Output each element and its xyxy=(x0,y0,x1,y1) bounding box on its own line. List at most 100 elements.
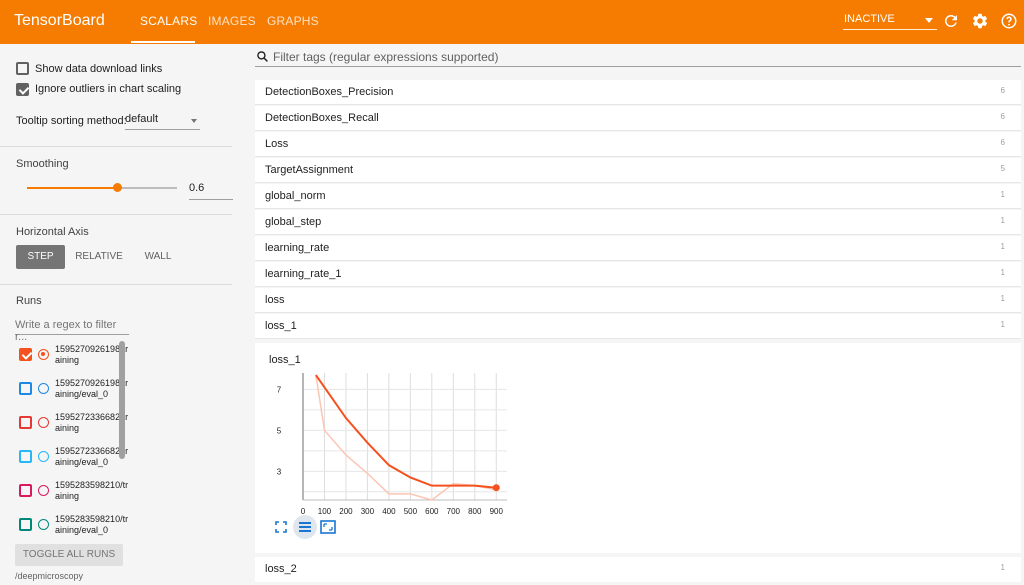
tag-filter-input[interactable]: Filter tags (regular expressions support… xyxy=(255,47,1021,67)
logdir-label: /deepmicroscopy xyxy=(15,571,84,581)
show-download-label: Show data download links xyxy=(35,63,163,75)
smoothing-slider-thumb[interactable] xyxy=(113,183,122,192)
run-checkbox[interactable] xyxy=(19,484,32,497)
tab-graphs[interactable]: GRAPHS xyxy=(267,14,319,28)
runs-filter-input[interactable]: Write a regex to filter r... xyxy=(15,317,129,343)
dropdown-arrow-icon xyxy=(191,119,197,123)
tag-count: 6 xyxy=(1000,138,1005,147)
tag-row-loss[interactable]: Loss 6 xyxy=(255,132,1021,157)
tag-row-global-norm[interactable]: global_norm 1 xyxy=(255,184,1021,209)
tooltip-sort-label: Tooltip sorting method: xyxy=(16,115,127,127)
tag-name: DetectionBoxes_Recall xyxy=(265,112,379,124)
settings-icon[interactable] xyxy=(971,12,989,30)
run-item[interactable]: 1595270926198/training/eval_0 xyxy=(15,374,130,408)
run-label: 1595283598210/training xyxy=(55,480,129,501)
tag-name: global_step xyxy=(265,216,322,228)
tag-row-targetassignment[interactable]: TargetAssignment 5 xyxy=(255,158,1021,183)
fullscreen-icon[interactable] xyxy=(271,517,291,537)
tag-count: 1 xyxy=(1000,320,1005,329)
tag-row-loss-1[interactable]: loss_1 1 xyxy=(255,314,1021,339)
dropdown-arrow-icon xyxy=(925,18,933,23)
run-radio[interactable] xyxy=(38,485,49,496)
tag-row-learning-rate-1[interactable]: learning_rate_1 1 xyxy=(255,262,1021,287)
tab-images[interactable]: IMAGES xyxy=(208,14,256,28)
help-icon[interactable] xyxy=(1000,12,1018,30)
y-tick-label: 3 xyxy=(277,467,282,476)
run-checkbox[interactable] xyxy=(19,382,32,395)
run-item[interactable]: 1595272336682/training xyxy=(15,408,130,442)
status-dropdown[interactable]: INACTIVE xyxy=(843,12,937,30)
x-tick-label: 300 xyxy=(361,507,375,516)
tag-row-learning-rate[interactable]: learning_rate 1 xyxy=(255,236,1021,261)
series-endpoint-marker xyxy=(492,484,500,492)
tag-name: loss_1 xyxy=(265,320,297,332)
toggle-all-runs-button[interactable]: TOGGLE ALL RUNS xyxy=(15,544,123,566)
tag-count: 1 xyxy=(1000,242,1005,251)
tag-count: 6 xyxy=(1000,112,1005,121)
horizontal-axis-title: Horizontal Axis xyxy=(16,226,89,238)
x-tick-label: 500 xyxy=(404,507,418,516)
fit-domain-icon[interactable] xyxy=(318,517,338,537)
tag-row-detectionboxes-recall[interactable]: DetectionBoxes_Recall 6 xyxy=(255,106,1021,131)
runs-list: 1595270926198/training 1595270926198/trai… xyxy=(15,340,130,544)
chart-card: loss_1 0 100 200 300 400 500 600 700 800 900 3 5 7 xyxy=(255,343,1021,553)
run-checkbox[interactable] xyxy=(19,518,32,531)
smoothing-value: 0.6 xyxy=(189,182,205,194)
x-tick-label: 600 xyxy=(425,507,439,516)
tag-name: loss_2 xyxy=(265,563,297,575)
run-item[interactable]: 1595283598210/training xyxy=(15,476,130,510)
run-checkbox[interactable] xyxy=(19,348,32,361)
divider xyxy=(0,284,232,285)
run-radio[interactable] xyxy=(38,417,49,428)
run-radio[interactable] xyxy=(38,451,49,462)
tag-name: global_norm xyxy=(265,190,326,202)
divider xyxy=(0,214,232,215)
top-app-bar: TensorBoard SCALARS IMAGES GRAPHS INACTI… xyxy=(0,0,1024,44)
tag-filter-placeholder: Filter tags (regular expressions support… xyxy=(273,50,499,64)
smoothing-title: Smoothing xyxy=(16,158,69,170)
smoothing-value-input[interactable]: 0.6 xyxy=(189,182,233,200)
smoothing-slider[interactable] xyxy=(27,183,177,192)
tab-scalars[interactable]: SCALARS xyxy=(140,14,197,28)
tag-row-loss[interactable]: loss 1 xyxy=(255,288,1021,313)
tag-count: 1 xyxy=(1000,294,1005,303)
show-download-checkbox[interactable] xyxy=(16,62,29,75)
run-radio[interactable] xyxy=(38,383,49,394)
tag-row-global-step[interactable]: global_step 1 xyxy=(255,210,1021,235)
tag-name: TargetAssignment xyxy=(265,164,354,176)
tag-count: 1 xyxy=(1000,268,1005,277)
tag-name: Loss xyxy=(265,138,289,150)
tag-count: 6 xyxy=(1000,86,1005,95)
loss-chart[interactable]: 0 100 200 300 400 500 600 700 800 900357 xyxy=(255,343,555,518)
run-item[interactable]: 1595272336682/training/eval_0 xyxy=(15,442,130,476)
tag-count: 1 xyxy=(1000,216,1005,225)
tag-count: 5 xyxy=(1000,164,1005,173)
run-item[interactable]: 1595270926198/training xyxy=(15,340,130,374)
run-checkbox[interactable] xyxy=(19,416,32,429)
axis-wall-button[interactable]: WALL xyxy=(137,245,179,269)
x-tick-label: 200 xyxy=(339,507,353,516)
x-tick-label: 900 xyxy=(490,507,504,516)
run-item[interactable]: 1595283598210/training/eval_0 xyxy=(15,510,130,544)
refresh-icon[interactable] xyxy=(942,12,960,30)
x-tick-label: 400 xyxy=(382,507,396,516)
divider xyxy=(0,146,232,147)
runs-title: Runs xyxy=(16,295,42,307)
axis-relative-button[interactable]: RELATIVE xyxy=(70,245,128,269)
run-checkbox[interactable] xyxy=(19,450,32,463)
y-tick-label: 5 xyxy=(277,426,282,435)
run-radio[interactable] xyxy=(38,519,49,530)
log-scale-button[interactable] xyxy=(293,515,317,539)
x-tick-label: 800 xyxy=(468,507,482,516)
x-tick-label: 700 xyxy=(447,507,461,516)
ignore-outliers-checkbox[interactable] xyxy=(16,83,29,96)
tooltip-sort-dropdown[interactable]: default xyxy=(125,112,200,130)
tag-name: loss xyxy=(265,294,285,306)
tag-name: learning_rate_1 xyxy=(265,268,342,280)
runs-scrollbar[interactable] xyxy=(119,341,125,459)
run-label: 1595283598210/training/eval_0 xyxy=(55,514,129,535)
tag-row-loss-2[interactable]: loss_2 1 xyxy=(255,557,1021,582)
run-radio[interactable] xyxy=(38,349,49,360)
axis-step-button[interactable]: STEP xyxy=(16,245,65,269)
tag-row-detectionboxes-precision[interactable]: DetectionBoxes_Precision 6 xyxy=(255,80,1021,105)
